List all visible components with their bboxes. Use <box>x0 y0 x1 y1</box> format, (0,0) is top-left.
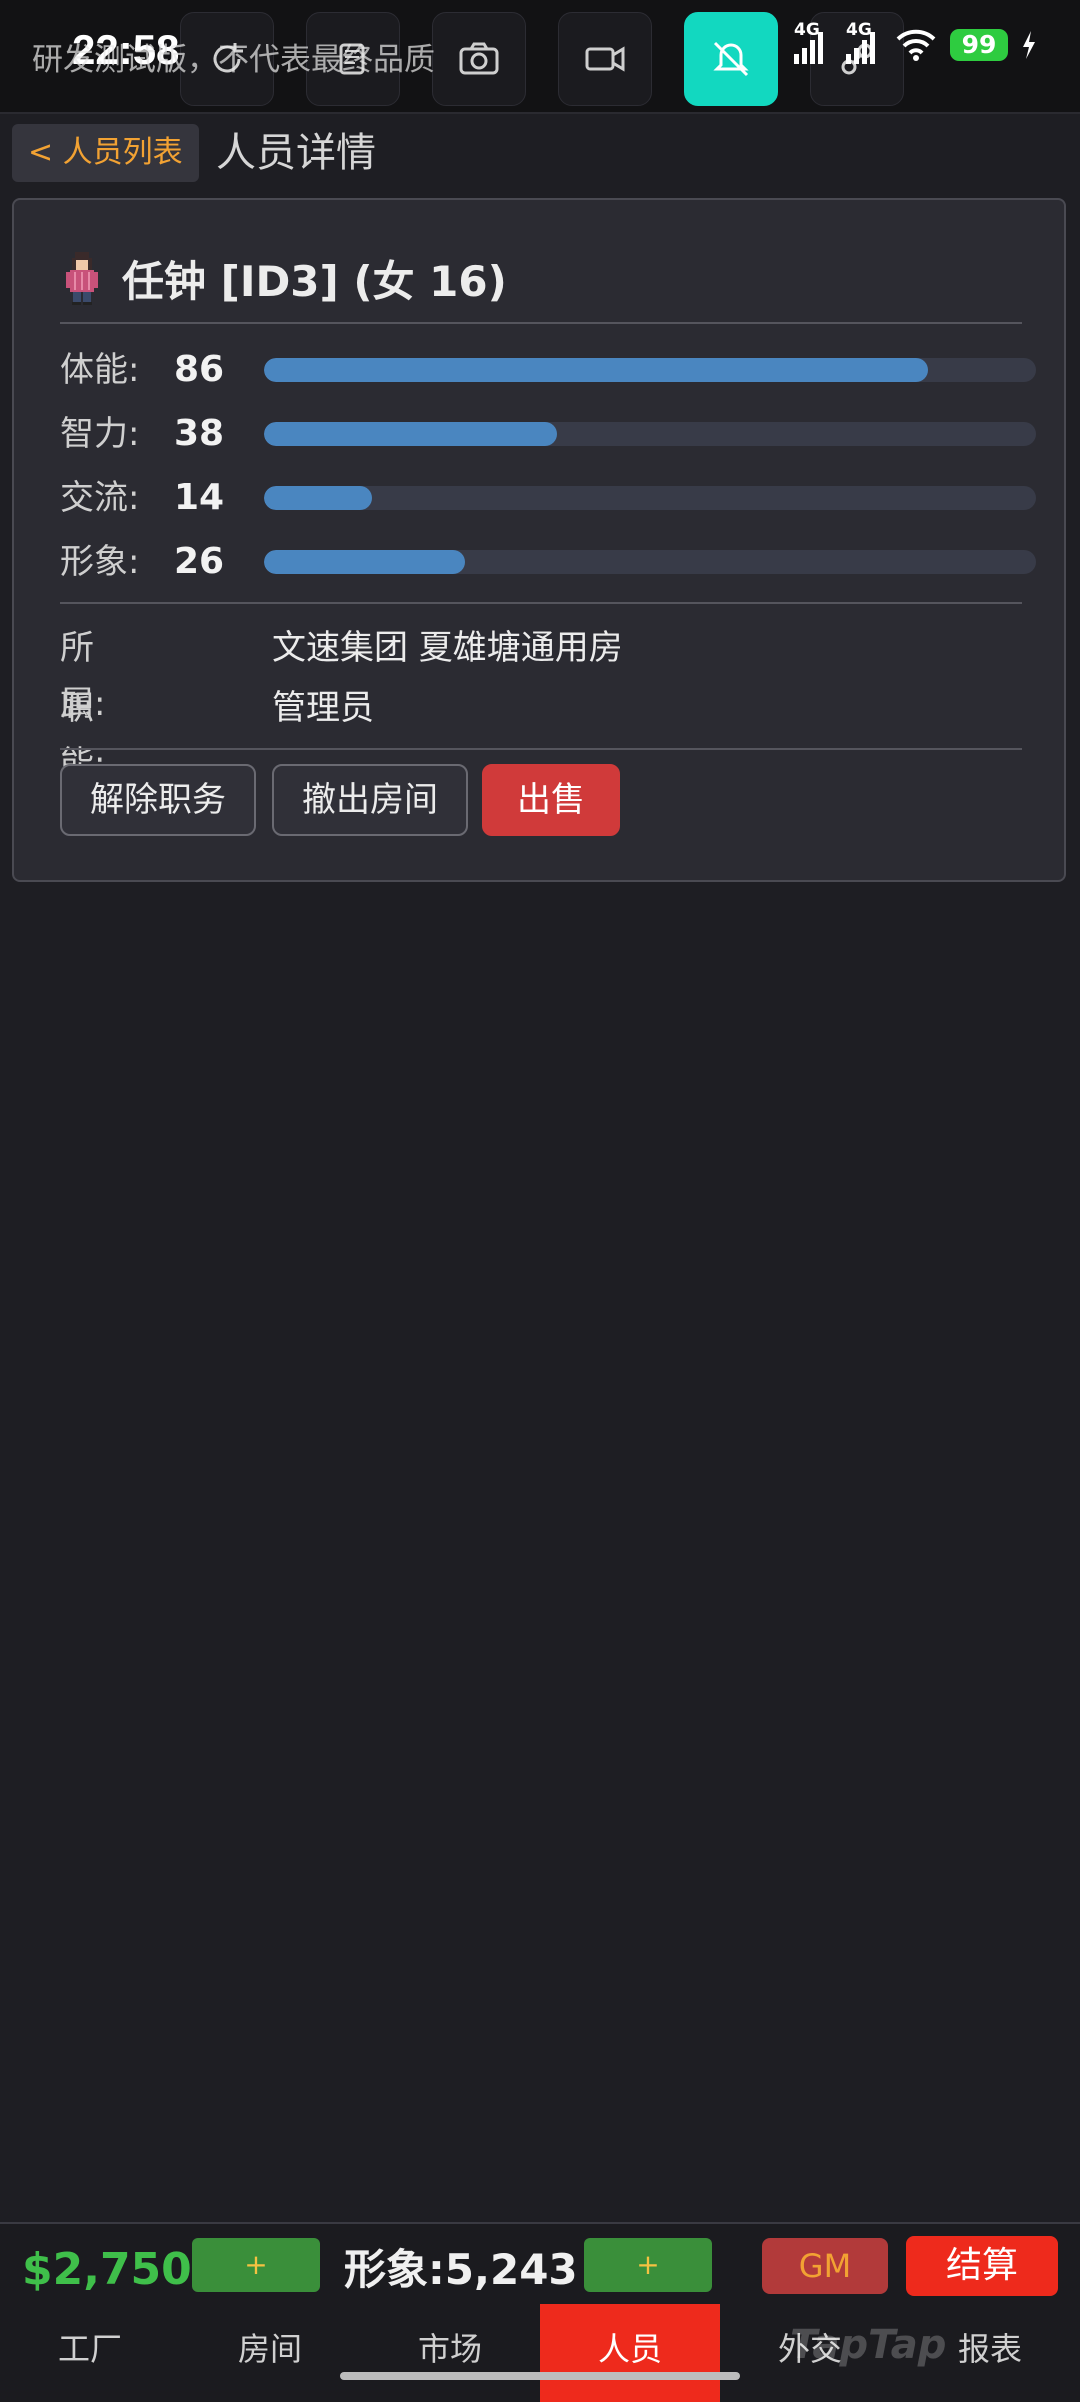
stat-bar-track <box>264 550 1036 574</box>
stat-label: 形象: <box>60 542 140 582</box>
video-record-icon[interactable] <box>558 12 652 106</box>
stat-row-physical: 体能: 86 <box>60 344 1036 396</box>
stat-bar-track <box>264 422 1036 446</box>
stat-row-intelligence: 智力: 38 <box>60 408 1036 460</box>
wifi-icon <box>896 29 936 61</box>
stat-value: 14 <box>174 477 225 518</box>
stat-bar-fill <box>264 422 558 446</box>
home-indicator[interactable] <box>340 2372 740 2380</box>
divider <box>60 322 1022 324</box>
stat-bar-fill <box>264 550 465 574</box>
gm-button[interactable]: GM <box>762 2238 888 2294</box>
image-stat-display: 形象:5,243 <box>344 2245 578 2294</box>
stat-label: 体能: <box>60 350 140 390</box>
stat-value: 86 <box>174 349 225 390</box>
tab-staff[interactable]: 人员 <box>540 2304 720 2402</box>
stat-bar-track <box>264 486 1036 510</box>
divider <box>60 748 1022 750</box>
tab-factory[interactable]: 工厂 <box>0 2304 180 2402</box>
person-header: 任钟 [ID3] (女 16) <box>62 248 507 308</box>
stat-label: 交流: <box>60 478 140 518</box>
add-money-button[interactable]: + <box>192 2238 320 2292</box>
stat-bar-fill <box>264 486 373 510</box>
stat-value: 38 <box>174 413 225 454</box>
person-detail-card: 任钟 [ID3] (女 16) 体能: 86 智力: 38 交流: 14 形象:… <box>12 198 1066 882</box>
stat-value: 26 <box>174 541 225 582</box>
taptap-watermark: TapTap <box>790 2322 947 2368</box>
person-avatar-icon <box>66 252 98 305</box>
system-status-icons: 4G 4G 99 <box>790 20 1038 66</box>
add-image-button[interactable]: + <box>584 2238 712 2292</box>
stat-bar-track <box>264 358 1036 382</box>
camera-icon[interactable] <box>432 12 526 106</box>
stat-label: 智力: <box>60 414 140 454</box>
mute-toggle-icon[interactable] <box>684 12 778 106</box>
stat-row-image: 形象: 26 <box>60 536 1036 588</box>
tab-rooms[interactable]: 房间 <box>180 2304 360 2402</box>
settle-button[interactable]: 结算 <box>906 2236 1058 2296</box>
dismiss-role-button[interactable]: 解除职务 <box>60 764 256 836</box>
divider <box>60 602 1022 604</box>
cell-signal-2-icon: 4G <box>842 20 882 66</box>
status-bar: 22:58 研发测试版，不代表最终品质 4G 4G 99 <box>0 0 1080 114</box>
stat-row-communication: 交流: 14 <box>60 472 1036 524</box>
page-title: 人员详情 <box>216 130 376 176</box>
sell-button[interactable]: 出售 <box>482 764 620 836</box>
test-build-watermark: 研发测试版，不代表最终品质 <box>32 42 435 78</box>
role-value: 管理员 <box>272 688 374 728</box>
stat-bar-fill <box>264 358 928 382</box>
battery-indicator: 99 <box>950 29 1008 61</box>
money-display: $2,750 <box>22 2244 192 2295</box>
leave-room-button[interactable]: 撤出房间 <box>272 764 468 836</box>
affiliation-value: 文速集团 夏雄塘通用房 <box>272 628 623 668</box>
back-to-person-list-button[interactable]: < 人员列表 <box>12 124 199 182</box>
tab-market[interactable]: 市场 <box>360 2304 540 2402</box>
charging-bolt-icon <box>1023 31 1035 59</box>
person-name-id: 任钟 [ID3] (女 16) <box>122 256 507 306</box>
cell-signal-1-icon: 4G <box>790 20 830 66</box>
